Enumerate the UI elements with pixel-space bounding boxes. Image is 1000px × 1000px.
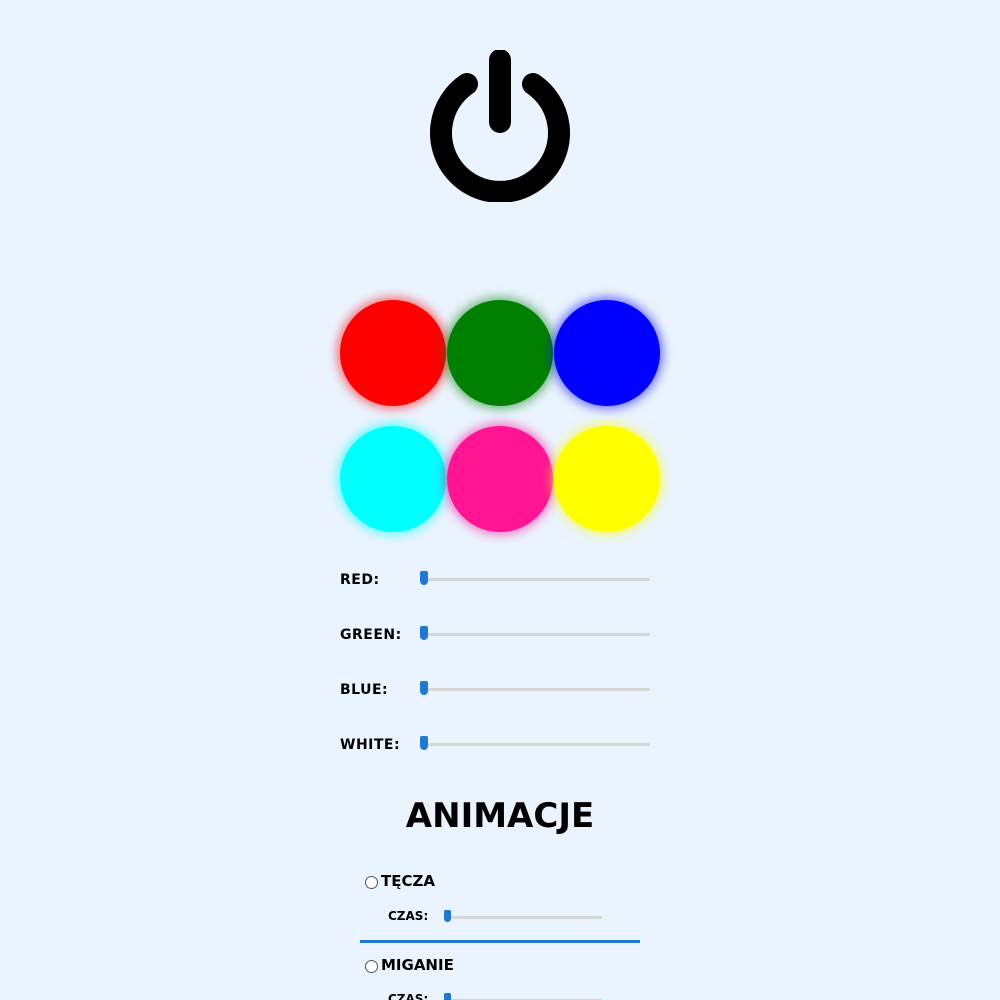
blink-czas-label: CZAS: — [388, 992, 429, 1000]
color-swatch-cyan[interactable] — [340, 426, 446, 532]
color-swatch-red[interactable] — [340, 300, 446, 406]
green-slider[interactable] — [420, 626, 650, 640]
slider-label-red: RED: — [340, 572, 380, 588]
color-swatch-blue[interactable] — [554, 300, 660, 406]
color-swatch-green[interactable] — [447, 300, 553, 406]
slider-row-blue: BLUE: — [340, 680, 652, 700]
slider-thumb[interactable] — [420, 681, 428, 695]
color-swatch-yellow[interactable] — [554, 426, 660, 532]
slider-label-blue: BLUE: — [340, 682, 389, 698]
slider-thumb[interactable] — [420, 626, 428, 640]
color-swatch-pink[interactable] — [447, 426, 553, 532]
slider-row-white: WHITE: — [340, 735, 652, 755]
blue-slider[interactable] — [420, 681, 650, 695]
blink-radio[interactable] — [365, 960, 378, 973]
red-slider[interactable] — [420, 571, 650, 585]
slider-thumb[interactable] — [444, 910, 451, 922]
power-button[interactable] — [430, 49, 570, 203]
rainbow-czas-label: CZAS: — [388, 909, 429, 923]
slider-row-green: GREEN: — [340, 625, 652, 645]
animation-rainbow: TĘCZA CZAS: — [360, 872, 640, 926]
rainbow-radio[interactable] — [365, 876, 378, 889]
led-controller-page: RED: GREEN: BLUE: WHITE: ANIMACJE TĘCZA … — [0, 0, 1000, 1000]
slider-thumb[interactable] — [420, 571, 428, 585]
power-icon — [430, 49, 570, 203]
animation-divider — [360, 940, 640, 943]
slider-row-red: RED: — [340, 570, 652, 590]
color-presets — [340, 300, 661, 532]
white-slider[interactable] — [420, 736, 650, 750]
rainbow-czas-slider[interactable] — [444, 910, 602, 922]
rainbow-label[interactable]: TĘCZA — [381, 872, 435, 890]
slider-thumb[interactable] — [420, 736, 428, 750]
blink-label[interactable]: MIGANIE — [381, 956, 454, 974]
slider-label-white: WHITE: — [340, 737, 401, 753]
slider-label-green: GREEN: — [340, 627, 402, 643]
animation-blink: MIGANIE CZAS: — [360, 956, 640, 1000]
slider-thumb[interactable] — [444, 993, 451, 1000]
animations-heading: ANIMACJE — [405, 796, 595, 836]
